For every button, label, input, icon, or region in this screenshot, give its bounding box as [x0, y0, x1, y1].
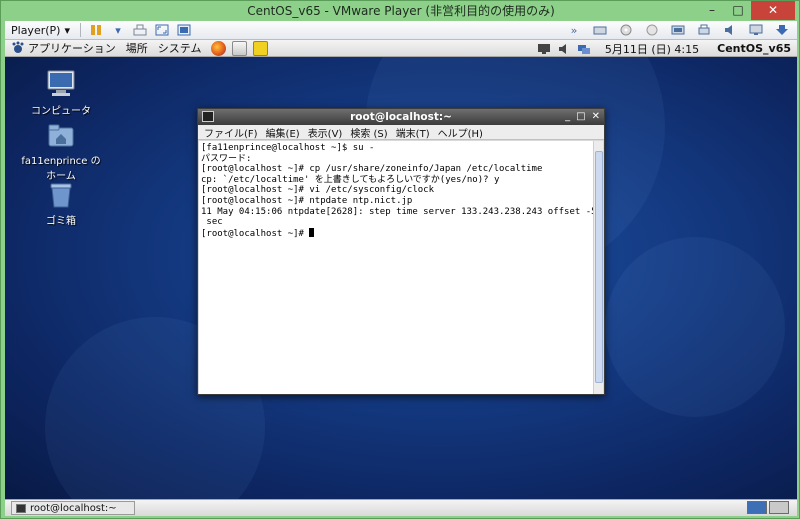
terminal-prompt-line: [root@localhost ~]#: [201, 227, 591, 240]
display-icon[interactable]: [537, 43, 551, 55]
terminal-icon: [202, 111, 214, 122]
scrollbar-thumb[interactable]: [595, 151, 603, 383]
chevron-down-icon[interactable]: ▾: [109, 22, 127, 38]
firefox-icon[interactable]: [211, 40, 227, 56]
desktop[interactable]: コンピュータ fa11enprince のホーム ゴミ箱 root@localh…: [5, 57, 797, 499]
floppy-icon[interactable]: [643, 22, 661, 38]
workspace-switcher: [747, 501, 789, 514]
chevron-down-icon: ▾: [64, 23, 70, 37]
terminal-menubar: ファイル(F) 編集(E) 表示(V) 検索 (S) 端末(T) ヘルプ(H): [198, 125, 604, 140]
menu-terminal[interactable]: 端末(T): [396, 125, 430, 140]
terminal-prompt: [root@localhost ~]#: [201, 228, 310, 239]
taskbar-terminal-label: root@localhost:~: [30, 502, 117, 514]
vmware-toolbar: Player(P) ▾ ▾ »: [5, 21, 797, 40]
terminal-line: cp: `/etc/localtime' を上書きしてもよろしいですか(yes/…: [201, 174, 500, 185]
desktop-icon-label: コンピュータ: [31, 106, 91, 117]
cd-drive-icon[interactable]: [617, 22, 635, 38]
fullscreen-icon[interactable]: [153, 22, 171, 38]
terminal-output[interactable]: [fa11enprince@localhost ~]$ su - パスワード: [r…: [199, 141, 593, 394]
terminal-scrollbar[interactable]: [593, 141, 603, 394]
text-cursor: [309, 227, 315, 237]
volume-icon[interactable]: [557, 43, 571, 55]
minimize-button[interactable]: –: [699, 1, 725, 20]
notes-icon[interactable]: [253, 40, 269, 56]
terminal-line: [fa11enprince@localhost ~]$ su -: [201, 143, 375, 153]
pause-icon[interactable]: [87, 22, 105, 38]
maximize-button[interactable]: □: [725, 1, 751, 20]
menu-edit[interactable]: 編集(E): [266, 125, 300, 140]
terminal-line: [root@localhost ~]# cp /usr/share/zonein…: [201, 164, 543, 175]
network-icon[interactable]: [577, 43, 591, 55]
workspace-2[interactable]: [769, 501, 789, 514]
home-folder-icon: [47, 121, 75, 149]
window-controls: – □ ✕: [699, 1, 795, 20]
minimize-button[interactable]: _: [565, 109, 570, 125]
background-shape: [605, 237, 785, 417]
sound-card-icon[interactable]: [721, 22, 739, 38]
workspace-1[interactable]: [747, 501, 767, 514]
download-icon[interactable]: [773, 22, 791, 38]
terminal-titlebar[interactable]: root@localhost:~ _ □ ✕: [198, 109, 604, 125]
mail-icon[interactable]: [232, 40, 248, 56]
device-icons: »: [563, 22, 793, 38]
menu-file[interactable]: ファイル(F): [204, 125, 258, 140]
terminal-window-controls: _ □ ✕: [565, 109, 600, 125]
player-menu-label: Player(P): [11, 23, 61, 37]
panel-clock[interactable]: 5月11日 (日) 4:15: [605, 41, 699, 57]
terminal-line: [root@localhost ~]# ntpdate ntp.nict.jp: [201, 195, 413, 206]
close-button[interactable]: ✕: [592, 109, 600, 125]
places-menu[interactable]: 場所: [126, 40, 148, 56]
panel-hostname: CentOS_v65: [717, 42, 791, 55]
player-menu-button[interactable]: Player(P) ▾: [5, 24, 76, 37]
terminal-title: root@localhost:~: [350, 111, 452, 123]
terminal-line: sec: [201, 217, 223, 228]
display-icon[interactable]: [747, 22, 765, 38]
desktop-icon-trash[interactable]: ゴミ箱: [21, 181, 101, 227]
maximize-button[interactable]: □: [576, 109, 585, 125]
system-menu[interactable]: システム: [158, 40, 202, 56]
gnome-foot-icon[interactable]: [11, 41, 25, 55]
menu-search[interactable]: 検索 (S): [350, 125, 387, 140]
toolbar-divider: [79, 23, 81, 37]
terminal-icon: [16, 503, 26, 513]
chevron-right-icon[interactable]: »: [565, 22, 583, 38]
gnome-bottom-panel: root@localhost:~: [5, 499, 797, 516]
vmware-window: CentOS_v65 - VMware Player (非営利目的の使用のみ) …: [0, 0, 800, 519]
trash-icon: [47, 181, 75, 209]
window-title: CentOS_v65 - VMware Player (非営利目的の使用のみ): [247, 4, 555, 18]
terminal-line: パスワード:: [201, 153, 252, 164]
desktop-icon-label: fa11enprince のホーム: [21, 156, 101, 182]
applications-menu[interactable]: アプリケーション: [28, 40, 116, 56]
close-button[interactable]: ✕: [751, 1, 795, 20]
network-adapter-icon[interactable]: [669, 22, 687, 38]
terminal-window[interactable]: root@localhost:~ _ □ ✕ ファイル(F) 編集(E) 表示(…: [197, 108, 605, 395]
taskbar-terminal-button[interactable]: root@localhost:~: [11, 501, 135, 515]
computer-icon: [46, 69, 76, 99]
hard-disk-icon[interactable]: [591, 22, 609, 38]
terminal-line: [root@localhost ~]# vi /etc/sysconfig/cl…: [201, 185, 434, 196]
gnome-top-panel: アプリケーション 場所 システム 5月11日 (日) 4:15 CentOS_v…: [5, 40, 797, 57]
desktop-icon-label: ゴミ箱: [46, 216, 76, 227]
terminal-line: 11 May 04:15:06 ntpdate[2628]: step time…: [201, 206, 593, 217]
printer-icon[interactable]: [695, 22, 713, 38]
desktop-icon-computer[interactable]: コンピュータ: [21, 69, 101, 117]
menu-help[interactable]: ヘルプ(H): [438, 125, 483, 140]
panel-right: 5月11日 (日) 4:15 CentOS_v65: [537, 40, 791, 57]
menu-view[interactable]: 表示(V): [308, 125, 343, 140]
send-ctrl-alt-del-icon[interactable]: [131, 22, 149, 38]
desktop-icon-home[interactable]: fa11enprince のホーム: [21, 121, 101, 182]
unity-mode-icon[interactable]: [175, 22, 193, 38]
